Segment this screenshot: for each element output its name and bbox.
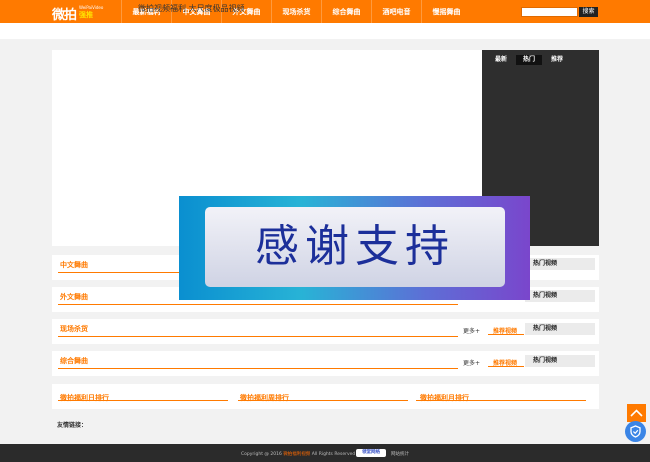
nav-item-slow[interactable]: 慢摇舞曲 (421, 0, 471, 23)
footer-stat-link[interactable]: 网站统计 (391, 451, 409, 457)
more-link[interactable]: 更多+ (463, 326, 480, 335)
shield-icon (630, 425, 641, 438)
section-title[interactable]: 外文舞曲 (60, 292, 88, 302)
footer-rights: All Rights Reserved (311, 452, 356, 457)
ranking-daily-title[interactable]: 微拍福利日排行 (60, 393, 109, 403)
hot-videos-tab[interactable]: 热门视频 (525, 355, 595, 367)
footer-copyright: Copyright @ 2016 微拍福利视频 All Rights Reser… (241, 451, 355, 457)
recommend-underline (488, 366, 524, 367)
footer-badge[interactable]: 领堂网络 (356, 449, 386, 457)
back-to-top-button[interactable] (627, 404, 646, 422)
hot-videos-tab[interactable]: 热门视频 (525, 258, 595, 270)
more-link[interactable]: 更多+ (463, 358, 480, 367)
logo-accent-text: 强推 (79, 11, 93, 19)
nav-item-bar-edm[interactable]: 酒吧电音 (371, 0, 421, 23)
search-input[interactable] (521, 7, 578, 17)
footer-site-link[interactable]: 微拍福利视频 (283, 452, 310, 457)
section-divider (58, 336, 458, 337)
page-subtitle: 微拍视频福利 大尺度极品视频 (138, 4, 245, 13)
section-divider (58, 304, 458, 305)
section-title[interactable]: 综合舞曲 (60, 356, 88, 366)
ranking-divider (58, 400, 228, 401)
tab-recommend[interactable]: 推荐 (544, 55, 570, 65)
ranking-row (52, 384, 599, 409)
ranking-weekly-title[interactable]: 微拍福利周排行 (240, 393, 289, 403)
hot-videos-tab[interactable]: 热门视频 (525, 323, 595, 335)
nav-item-mixed[interactable]: 综合舞曲 (321, 0, 371, 23)
friend-links-label: 友情链接： (57, 422, 88, 429)
nav-item-live[interactable]: 现场杀货 (271, 0, 321, 23)
recommend-underline (488, 334, 524, 335)
ranking-divider (238, 400, 408, 401)
tab-hot[interactable]: 热门 (516, 55, 542, 65)
section-title[interactable]: 中文舞曲 (60, 260, 88, 270)
side-tabs: 最新 热门 推荐 (488, 55, 572, 65)
tab-latest[interactable]: 最新 (488, 55, 514, 65)
copyright-prefix: Copyright @ 2016 (241, 452, 282, 457)
ranking-divider (416, 400, 586, 401)
search-button[interactable]: 搜索 (579, 7, 598, 17)
section-title[interactable]: 现场杀货 (60, 324, 88, 334)
site-logo[interactable]: 微拍 WeiPaiVideo 强推 (52, 4, 104, 23)
hot-videos-tab[interactable]: 热门视频 (525, 290, 595, 302)
subtitle-bar (0, 23, 650, 39)
chevron-up-icon (630, 409, 643, 417)
ranking-monthly-title[interactable]: 微拍福利月排行 (420, 393, 469, 403)
logo-main-text: 微拍 (52, 8, 77, 23)
security-button[interactable] (625, 421, 646, 442)
banner-text: 感谢支持 (255, 221, 455, 272)
section-divider (58, 368, 458, 369)
